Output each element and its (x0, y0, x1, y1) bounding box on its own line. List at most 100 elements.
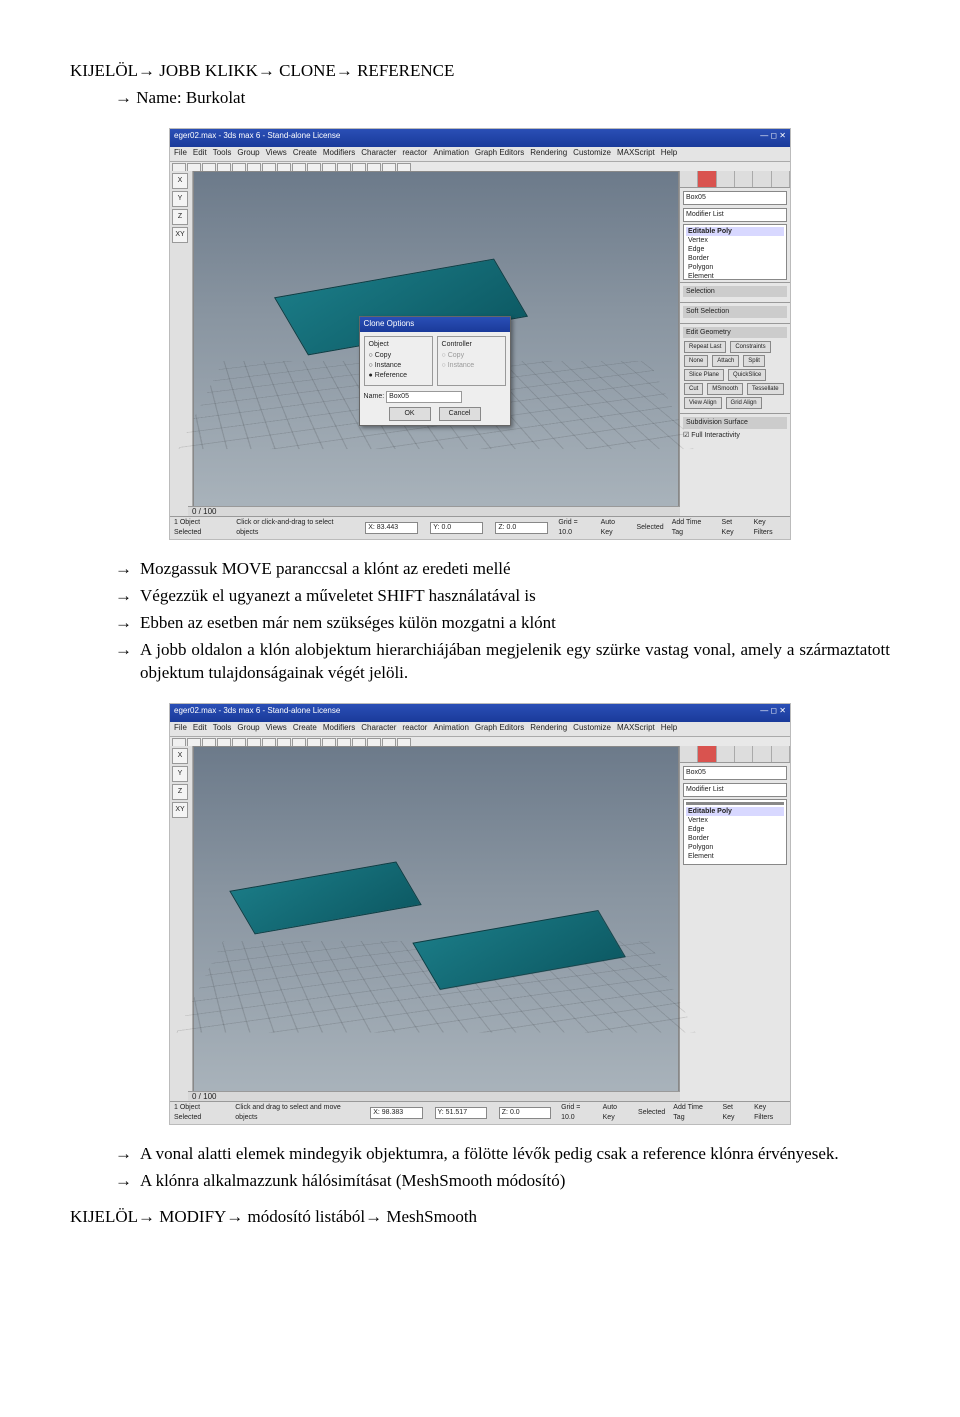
menu-item[interactable]: MAXScript (617, 723, 655, 735)
modify-tab[interactable] (698, 746, 716, 762)
axis-z[interactable]: Z (172, 209, 188, 225)
menu-item[interactable]: reactor (402, 723, 427, 735)
stack-polygon[interactable]: Polygon (686, 263, 784, 272)
gridalign-button[interactable]: Grid Align (726, 397, 762, 409)
stack-element[interactable]: Element (686, 852, 784, 861)
addtimetag[interactable]: Add Time Tag (672, 518, 714, 537)
create-tab[interactable] (680, 171, 698, 187)
menu-item[interactable]: Edit (193, 723, 207, 735)
mesh-box-original[interactable] (230, 862, 422, 935)
object-name-field[interactable]: Box05 (683, 191, 787, 205)
menu-item[interactable]: Help (661, 723, 677, 735)
name-input[interactable]: Box05 (386, 391, 462, 403)
rollout-title[interactable]: Soft Selection (683, 306, 787, 317)
coord-z[interactable]: Z: 0.0 (495, 522, 548, 534)
full-interactivity-check[interactable]: ☑ Full Interactivity (683, 431, 787, 440)
menu-item[interactable]: Modifiers (323, 148, 355, 160)
constraints-none[interactable]: None (684, 355, 708, 367)
autokey-button[interactable]: Auto Key (603, 1103, 630, 1122)
editgeo-rollout[interactable]: Edit Geometry Repeat Last Constraints No… (680, 323, 790, 413)
utilities-tab[interactable] (772, 746, 790, 762)
axis-y[interactable]: Y (172, 191, 188, 207)
repeat-last-button[interactable]: Repeat Last (684, 341, 726, 353)
menu-item[interactable]: Graph Editors (475, 723, 524, 735)
menu-item[interactable]: Character (361, 148, 396, 160)
motion-tab[interactable] (735, 746, 753, 762)
menu-item[interactable]: Group (237, 148, 259, 160)
utilities-tab[interactable] (772, 171, 790, 187)
split-button[interactable]: Split (743, 355, 765, 367)
menu-item[interactable]: Tools (213, 148, 232, 160)
create-tab[interactable] (680, 746, 698, 762)
menu-item[interactable]: Rendering (530, 723, 567, 735)
stack-header[interactable]: Editable Poly (686, 807, 784, 816)
axis-xy[interactable]: XY (172, 227, 188, 243)
menu-item[interactable]: File (174, 148, 187, 160)
radio-instance-ctrl[interactable]: ○ Instance (442, 361, 501, 370)
perspective-viewport[interactable]: Clone Options Object ○ Copy ○ Instance ●… (193, 171, 679, 517)
menu-item[interactable]: Character (361, 723, 396, 735)
cancel-button[interactable]: Cancel (439, 407, 481, 421)
radio-instance[interactable]: ○ Instance (369, 361, 428, 370)
attach-button[interactable]: Attach (712, 355, 739, 367)
viewalign-button[interactable]: View Align (684, 397, 722, 409)
cut-button[interactable]: Cut (684, 383, 703, 395)
command-panel[interactable]: Box05 Modifier List Editable Poly Vertex… (679, 171, 790, 517)
menu-item[interactable]: Graph Editors (475, 148, 524, 160)
stack-border[interactable]: Border (686, 254, 784, 263)
stack-header[interactable]: Editable Poly (686, 227, 784, 236)
modifier-list-dropdown[interactable]: Modifier List (683, 208, 787, 222)
menu-item[interactable]: Modifiers (323, 723, 355, 735)
subdiv-rollout[interactable]: Subdivision Surface ☑ Full Interactivity (680, 413, 790, 443)
axis-xy[interactable]: XY (172, 802, 188, 818)
menubar[interactable]: File Edit Tools Group Views Create Modif… (170, 722, 790, 737)
axis-constraint-toolbar[interactable]: X Y Z XY (170, 746, 193, 1102)
rollout-title[interactable]: Subdivision Surface (683, 417, 787, 428)
quickslice-button[interactable]: QuickSlice (728, 369, 766, 381)
axis-x[interactable]: X (172, 748, 188, 764)
menu-item[interactable]: Help (661, 148, 677, 160)
display-tab[interactable] (753, 746, 771, 762)
stack-border[interactable]: Border (686, 834, 784, 843)
coord-x[interactable]: X: 83.443 (365, 522, 418, 534)
menu-item[interactable]: Create (293, 723, 317, 735)
stack-element[interactable]: Element (686, 272, 784, 281)
menu-item[interactable]: Animation (433, 148, 469, 160)
hierarchy-tab[interactable] (717, 746, 735, 762)
sliceplane-button[interactable]: Slice Plane (684, 369, 724, 381)
perspective-viewport[interactable] (193, 746, 679, 1102)
menu-item[interactable]: Create (293, 148, 317, 160)
coord-x[interactable]: X: 98.383 (370, 1107, 422, 1119)
setkey-button[interactable]: Set Key (722, 1103, 746, 1122)
menu-item[interactable]: Customize (573, 723, 611, 735)
stack-polygon[interactable]: Polygon (686, 843, 784, 852)
axis-z[interactable]: Z (172, 784, 188, 800)
menubar[interactable]: File Edit Tools Group Views Create Modif… (170, 147, 790, 162)
stack-vertex[interactable]: Vertex (686, 236, 784, 245)
axis-x[interactable]: X (172, 173, 188, 189)
modifier-stack[interactable]: Editable Poly Vertex Edge Border Polygon… (683, 799, 787, 865)
object-name-field[interactable]: Box05 (683, 766, 787, 780)
rollout-title[interactable]: Edit Geometry (683, 327, 787, 338)
coord-z[interactable]: Z: 0.0 (499, 1107, 551, 1119)
menu-item[interactable]: Edit (193, 148, 207, 160)
selection-rollout[interactable]: Selection (680, 282, 790, 302)
coord-y[interactable]: Y: 51.517 (435, 1107, 487, 1119)
menu-item[interactable]: File (174, 723, 187, 735)
axis-y[interactable]: Y (172, 766, 188, 782)
menu-item[interactable]: Views (266, 723, 287, 735)
stack-vertex[interactable]: Vertex (686, 816, 784, 825)
keyfilters-button[interactable]: Key Filters (754, 518, 786, 537)
ok-button[interactable]: OK (389, 407, 431, 421)
menu-item[interactable]: Rendering (530, 148, 567, 160)
radio-reference[interactable]: ● Reference (369, 371, 428, 380)
command-panel[interactable]: Box05 Modifier List Editable Poly Vertex… (679, 746, 790, 1102)
menu-item[interactable]: Animation (433, 723, 469, 735)
keyfilters-button[interactable]: Key Filters (754, 1103, 786, 1122)
menu-item[interactable]: reactor (402, 148, 427, 160)
radio-copy[interactable]: ○ Copy (369, 351, 428, 360)
menu-item[interactable]: MAXScript (617, 148, 655, 160)
display-tab[interactable] (753, 171, 771, 187)
menu-item[interactable]: Views (266, 148, 287, 160)
setkey-button[interactable]: Set Key (722, 518, 746, 537)
